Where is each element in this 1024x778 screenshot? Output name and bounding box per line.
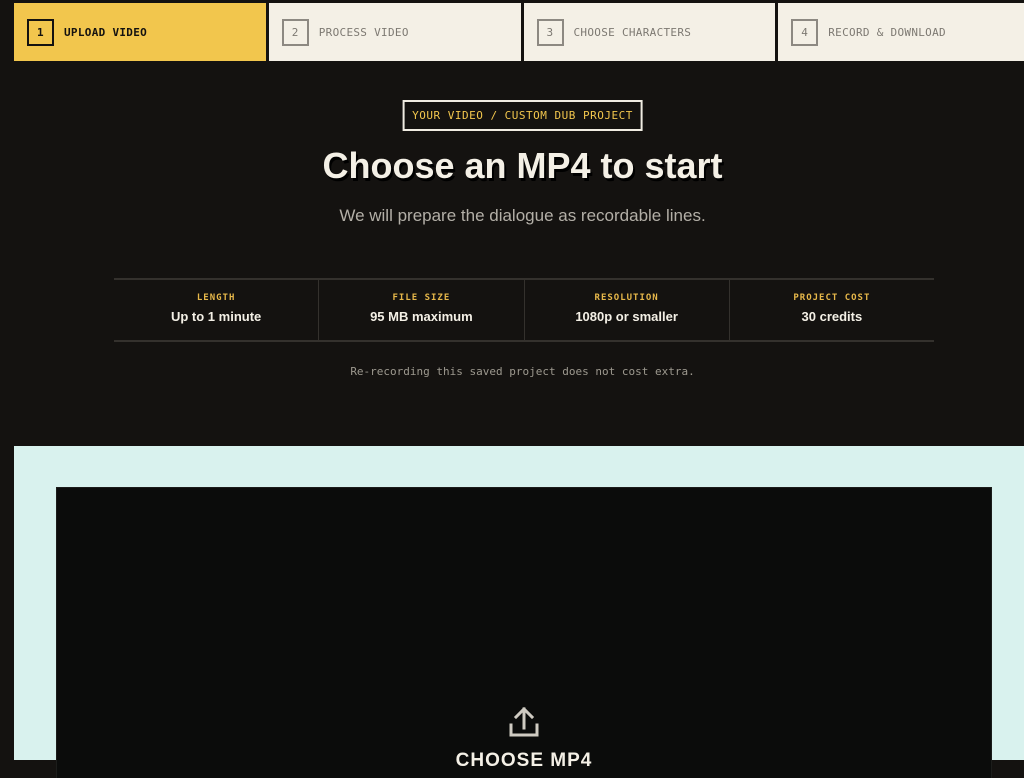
step-number: 3 [536, 18, 564, 46]
spec-label: FILE SIZE [392, 293, 451, 303]
spec-value: 95 MB maximum [370, 309, 473, 324]
step-record-download[interactable]: 4 RECORD & DOWNLOAD [778, 3, 1024, 61]
app-frame: 1 UPLOAD VIDEO 2 PROCESS VIDEO 3 CHOOSE … [0, 0, 1024, 778]
spec-value: 1080p or smaller [575, 309, 678, 324]
step-label: CHOOSE CHARACTERS [573, 25, 692, 39]
step-process-video[interactable]: 2 PROCESS VIDEO [268, 3, 521, 61]
requirements-bar: LENGTH Up to 1 minute FILE SIZE 95 MB ma… [114, 278, 934, 342]
upload-section: CHOOSE MP4 [14, 446, 1024, 778]
spec-project-cost: PROJECT COST 30 credits [730, 280, 934, 340]
video-dropzone[interactable]: CHOOSE MP4 [57, 488, 991, 778]
step-upload-video[interactable]: 1 UPLOAD VIDEO [14, 3, 266, 61]
step-number: 1 [27, 18, 54, 46]
step-label: RECORD & DOWNLOAD [828, 25, 946, 39]
spec-value: 30 credits [801, 309, 863, 324]
upload-icon [509, 706, 539, 737]
project-tag: YOUR VIDEO / CUSTOM DUB PROJECT [402, 100, 643, 131]
spec-label: LENGTH [196, 293, 236, 303]
rerecording-note: Re-recording this saved project does not… [350, 365, 695, 378]
progress-stepper: 1 UPLOAD VIDEO 2 PROCESS VIDEO 3 CHOOSE … [14, 3, 1024, 61]
spec-resolution: RESOLUTION 1080p or smaller [525, 280, 730, 340]
hero-section: YOUR VIDEO / CUSTOM DUB PROJECT Choose a… [14, 61, 1024, 446]
step-number: 4 [791, 18, 819, 46]
step-label: PROCESS VIDEO [318, 25, 409, 39]
choose-mp4-button[interactable]: CHOOSE MP4 [57, 750, 991, 772]
step-choose-characters[interactable]: 3 CHOOSE CHARACTERS [523, 3, 776, 61]
step-label: UPLOAD VIDEO [64, 25, 148, 39]
spec-label: RESOLUTION [594, 293, 659, 303]
page-subtitle: We will prepare the dialogue as recordab… [339, 206, 706, 225]
step-number: 2 [281, 18, 309, 46]
spec-label: PROJECT COST [793, 293, 871, 303]
spec-length: LENGTH Up to 1 minute [114, 280, 320, 340]
page-title: Choose an MP4 to start [322, 145, 723, 186]
spec-value: Up to 1 minute [170, 309, 262, 324]
spec-file-size: FILE SIZE 95 MB maximum [319, 280, 525, 340]
